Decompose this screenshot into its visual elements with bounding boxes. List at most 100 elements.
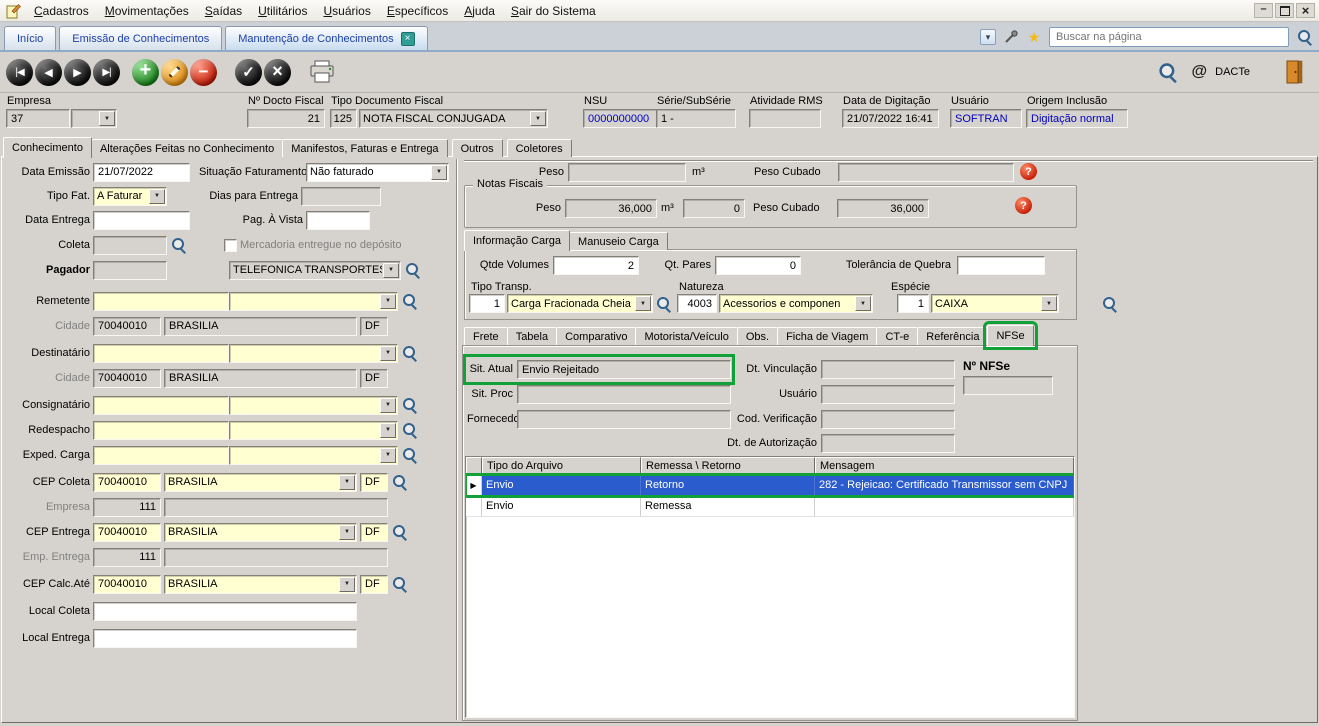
consignatario-combo[interactable] (229, 396, 398, 415)
search-input[interactable] (1049, 27, 1289, 47)
confirm-button[interactable] (235, 59, 262, 86)
tab-manutencao-de-conhecimentos[interactable]: Manutenção de Conhecimentos (225, 26, 427, 50)
unpin-icon[interactable] (1003, 29, 1019, 45)
dropdown-button[interactable] (380, 294, 396, 309)
especie-lookup-button[interactable] (1101, 295, 1118, 313)
cep-calc-ate-cidade-combo[interactable]: BRASILIA (164, 575, 357, 594)
tab-comparativo[interactable]: Comparativo (556, 327, 636, 345)
qt-pares-input[interactable]: 0 (715, 256, 801, 275)
email-at-icon[interactable]: @ (1192, 63, 1208, 81)
tab-tabela[interactable]: Tabela (507, 327, 557, 345)
cep-coleta-cep-input[interactable]: 70040010 (93, 473, 161, 492)
qtde-volumes-input[interactable]: 2 (553, 256, 639, 275)
cep-coleta-lookup-button[interactable] (391, 473, 408, 491)
exped-carga-code-input[interactable] (93, 446, 229, 465)
dropdown-button[interactable] (339, 525, 355, 540)
tab-inicio[interactable]: Início (4, 26, 56, 50)
menu-utilitarios[interactable]: Utilitários (250, 4, 315, 18)
expand-dropdown-icon[interactable] (980, 29, 996, 45)
destinatario-lookup-button[interactable] (401, 344, 418, 362)
cep-entrega-cep-input[interactable]: 70040010 (93, 523, 161, 542)
tab-manuseio-carga[interactable]: Manuseio Carga (569, 232, 668, 250)
mercadoria-checkbox[interactable] (224, 239, 237, 252)
minimize-button[interactable] (1254, 3, 1273, 18)
tipo-transp-lookup-button[interactable] (655, 295, 672, 313)
natureza-combo[interactable]: Acessorios e componen (719, 294, 873, 313)
zoom-icon[interactable] (1156, 61, 1177, 84)
natureza-code[interactable]: 4003 (677, 294, 717, 313)
situacao-faturamento-combo[interactable]: Não faturado (306, 163, 449, 182)
cep-calc-ate-uf[interactable]: DF (360, 575, 388, 594)
cancel-button[interactable] (264, 59, 291, 86)
especie-combo[interactable]: CAIXA (931, 294, 1059, 313)
dropdown-button[interactable] (380, 423, 396, 438)
pagador-lookup-button[interactable] (404, 261, 421, 279)
tipo-fat-combo[interactable]: A Faturar (93, 187, 167, 206)
consignatario-lookup-button[interactable] (401, 396, 418, 414)
help-icon[interactable] (1015, 197, 1032, 214)
dropdown-button[interactable] (339, 577, 355, 592)
close-tab-icon[interactable] (401, 32, 415, 46)
tab-cte[interactable]: CT-e (876, 327, 918, 345)
tolerancia-quebra-input[interactable] (957, 256, 1045, 275)
local-entrega-input[interactable] (93, 629, 357, 648)
help-icon[interactable] (1020, 163, 1037, 180)
col-mensagem[interactable]: Mensagem (815, 457, 1074, 475)
dropdown-button[interactable] (855, 296, 871, 311)
tab-frete[interactable]: Frete (464, 327, 508, 345)
tab-referencia[interactable]: Referência (917, 327, 988, 345)
tab-outros[interactable]: Outros (452, 139, 503, 157)
cep-entrega-lookup-button[interactable] (391, 523, 408, 541)
menu-sair-do-sistema[interactable]: Sair do Sistema (503, 4, 604, 18)
search-icon[interactable] (1296, 28, 1313, 46)
edit-record-button[interactable] (161, 59, 188, 86)
data-entrega-input[interactable] (93, 211, 190, 230)
cep-calc-ate-cep-input[interactable]: 70040010 (93, 575, 161, 594)
table-row[interactable]: Envio Retorno 282 - Rejeicao: Certificad… (466, 475, 1074, 496)
dropdown-button[interactable] (431, 165, 447, 180)
menu-cadastros[interactable]: Cadastros (26, 4, 97, 18)
coleta-lookup-button[interactable] (170, 236, 187, 254)
cep-coleta-uf[interactable]: DF (360, 473, 388, 492)
menu-saidas[interactable]: Saídas (197, 4, 250, 18)
remetente-combo[interactable] (229, 292, 398, 311)
menu-usuarios[interactable]: Usuários (315, 4, 378, 18)
dropdown-button[interactable] (149, 189, 165, 204)
remetente-code-input[interactable] (93, 292, 229, 311)
tab-alteracoes[interactable]: Alterações Feitas no Conhecimento (91, 139, 283, 157)
redespacho-lookup-button[interactable] (401, 421, 418, 439)
dacte-button[interactable]: DACTe (1215, 66, 1250, 78)
nav-first-button[interactable] (6, 59, 33, 86)
especie-code[interactable]: 1 (897, 294, 929, 313)
restore-button[interactable] (1275, 3, 1294, 18)
menu-movimentacoes[interactable]: Movimentações (97, 4, 197, 18)
tipo-transp-combo[interactable]: Carga Fracionada Cheia (507, 294, 653, 313)
consignatario-code-input[interactable] (93, 396, 229, 415)
exped-carga-lookup-button[interactable] (401, 446, 418, 464)
tab-ficha-de-viagem[interactable]: Ficha de Viagem (777, 327, 877, 345)
close-button[interactable] (1296, 3, 1315, 18)
tab-motorista-veiculo[interactable]: Motorista/Veículo (635, 327, 737, 345)
dropdown-button[interactable] (383, 263, 399, 278)
add-record-button[interactable] (132, 59, 159, 86)
tipo-transp-code[interactable]: 1 (469, 294, 505, 313)
table-row[interactable]: Envio Remessa (466, 496, 1074, 517)
exped-carga-combo[interactable] (229, 446, 398, 465)
cep-coleta-cidade-combo[interactable]: BRASILIA (164, 473, 357, 492)
pag-vista-input[interactable] (306, 211, 370, 230)
dropdown-button[interactable] (380, 448, 396, 463)
tab-obs[interactable]: Obs. (737, 327, 778, 345)
dropdown-button[interactable] (380, 346, 396, 361)
menu-ajuda[interactable]: Ajuda (456, 4, 503, 18)
tab-nfse[interactable]: NFSe (987, 325, 1033, 346)
local-coleta-input[interactable] (93, 602, 357, 621)
tab-emissao-de-conhecimentos[interactable]: Emissão de Conhecimentos (59, 26, 222, 50)
redespacho-combo[interactable] (229, 421, 398, 440)
tab-conhecimento[interactable]: Conhecimento (3, 137, 92, 158)
nav-next-button[interactable] (64, 59, 91, 86)
nav-last-button[interactable] (93, 59, 120, 86)
col-tipo-do-arquivo[interactable]: Tipo do Arquivo (482, 457, 641, 475)
exit-door-icon[interactable] (1286, 60, 1303, 84)
cep-entrega-cidade-combo[interactable]: BRASILIA (164, 523, 357, 542)
print-button[interactable] (309, 60, 335, 84)
